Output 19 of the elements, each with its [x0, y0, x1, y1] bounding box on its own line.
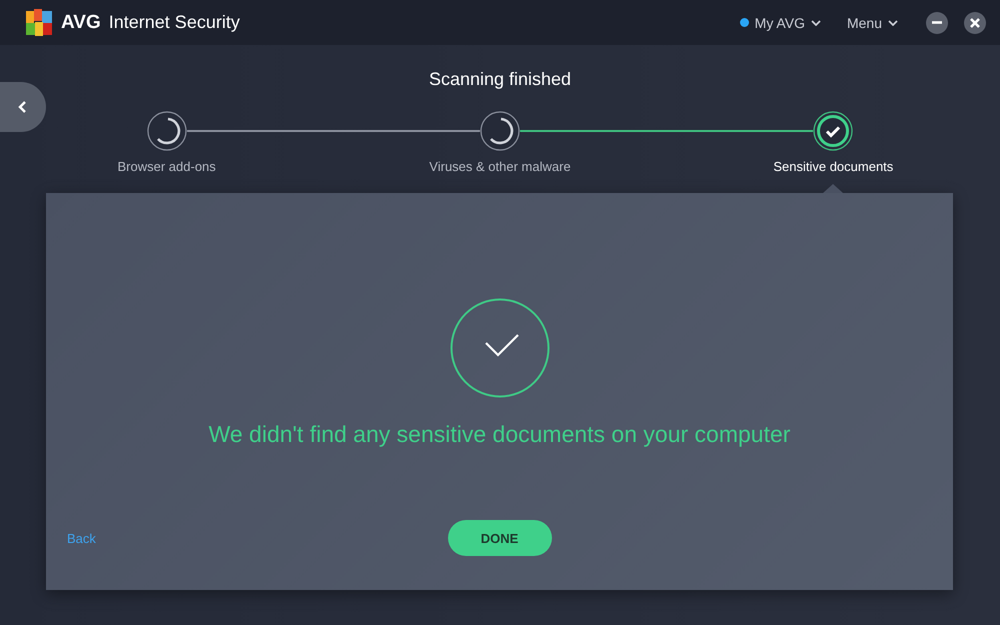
close-button[interactable] [964, 12, 986, 34]
scan-title: Scanning finished [428, 69, 572, 91]
chevron-down-icon [810, 20, 821, 26]
minimize-icon [932, 21, 942, 24]
minimize-button[interactable] [926, 12, 948, 34]
logo-icon [25, 8, 55, 38]
product-name: Internet Security [108, 12, 240, 33]
result-message: We didn't find any sensitive documents on your computer [208, 421, 790, 448]
chevron-left-icon [18, 100, 28, 114]
main-menu[interactable]: Menu [842, 10, 902, 34]
done-button[interactable]: DONE [448, 520, 552, 556]
account-menu[interactable]: My AVG [736, 10, 825, 34]
step-tab[interactable]: Sensitive documents [773, 159, 894, 174]
chevron-down-icon [888, 20, 898, 26]
status-dot [740, 18, 749, 27]
step-tab[interactable]: Viruses & other malware [429, 159, 571, 174]
step-tab[interactable]: Browser add-ons [118, 159, 216, 174]
checkmark-icon [450, 298, 550, 398]
brand-name: AVG [61, 12, 101, 34]
